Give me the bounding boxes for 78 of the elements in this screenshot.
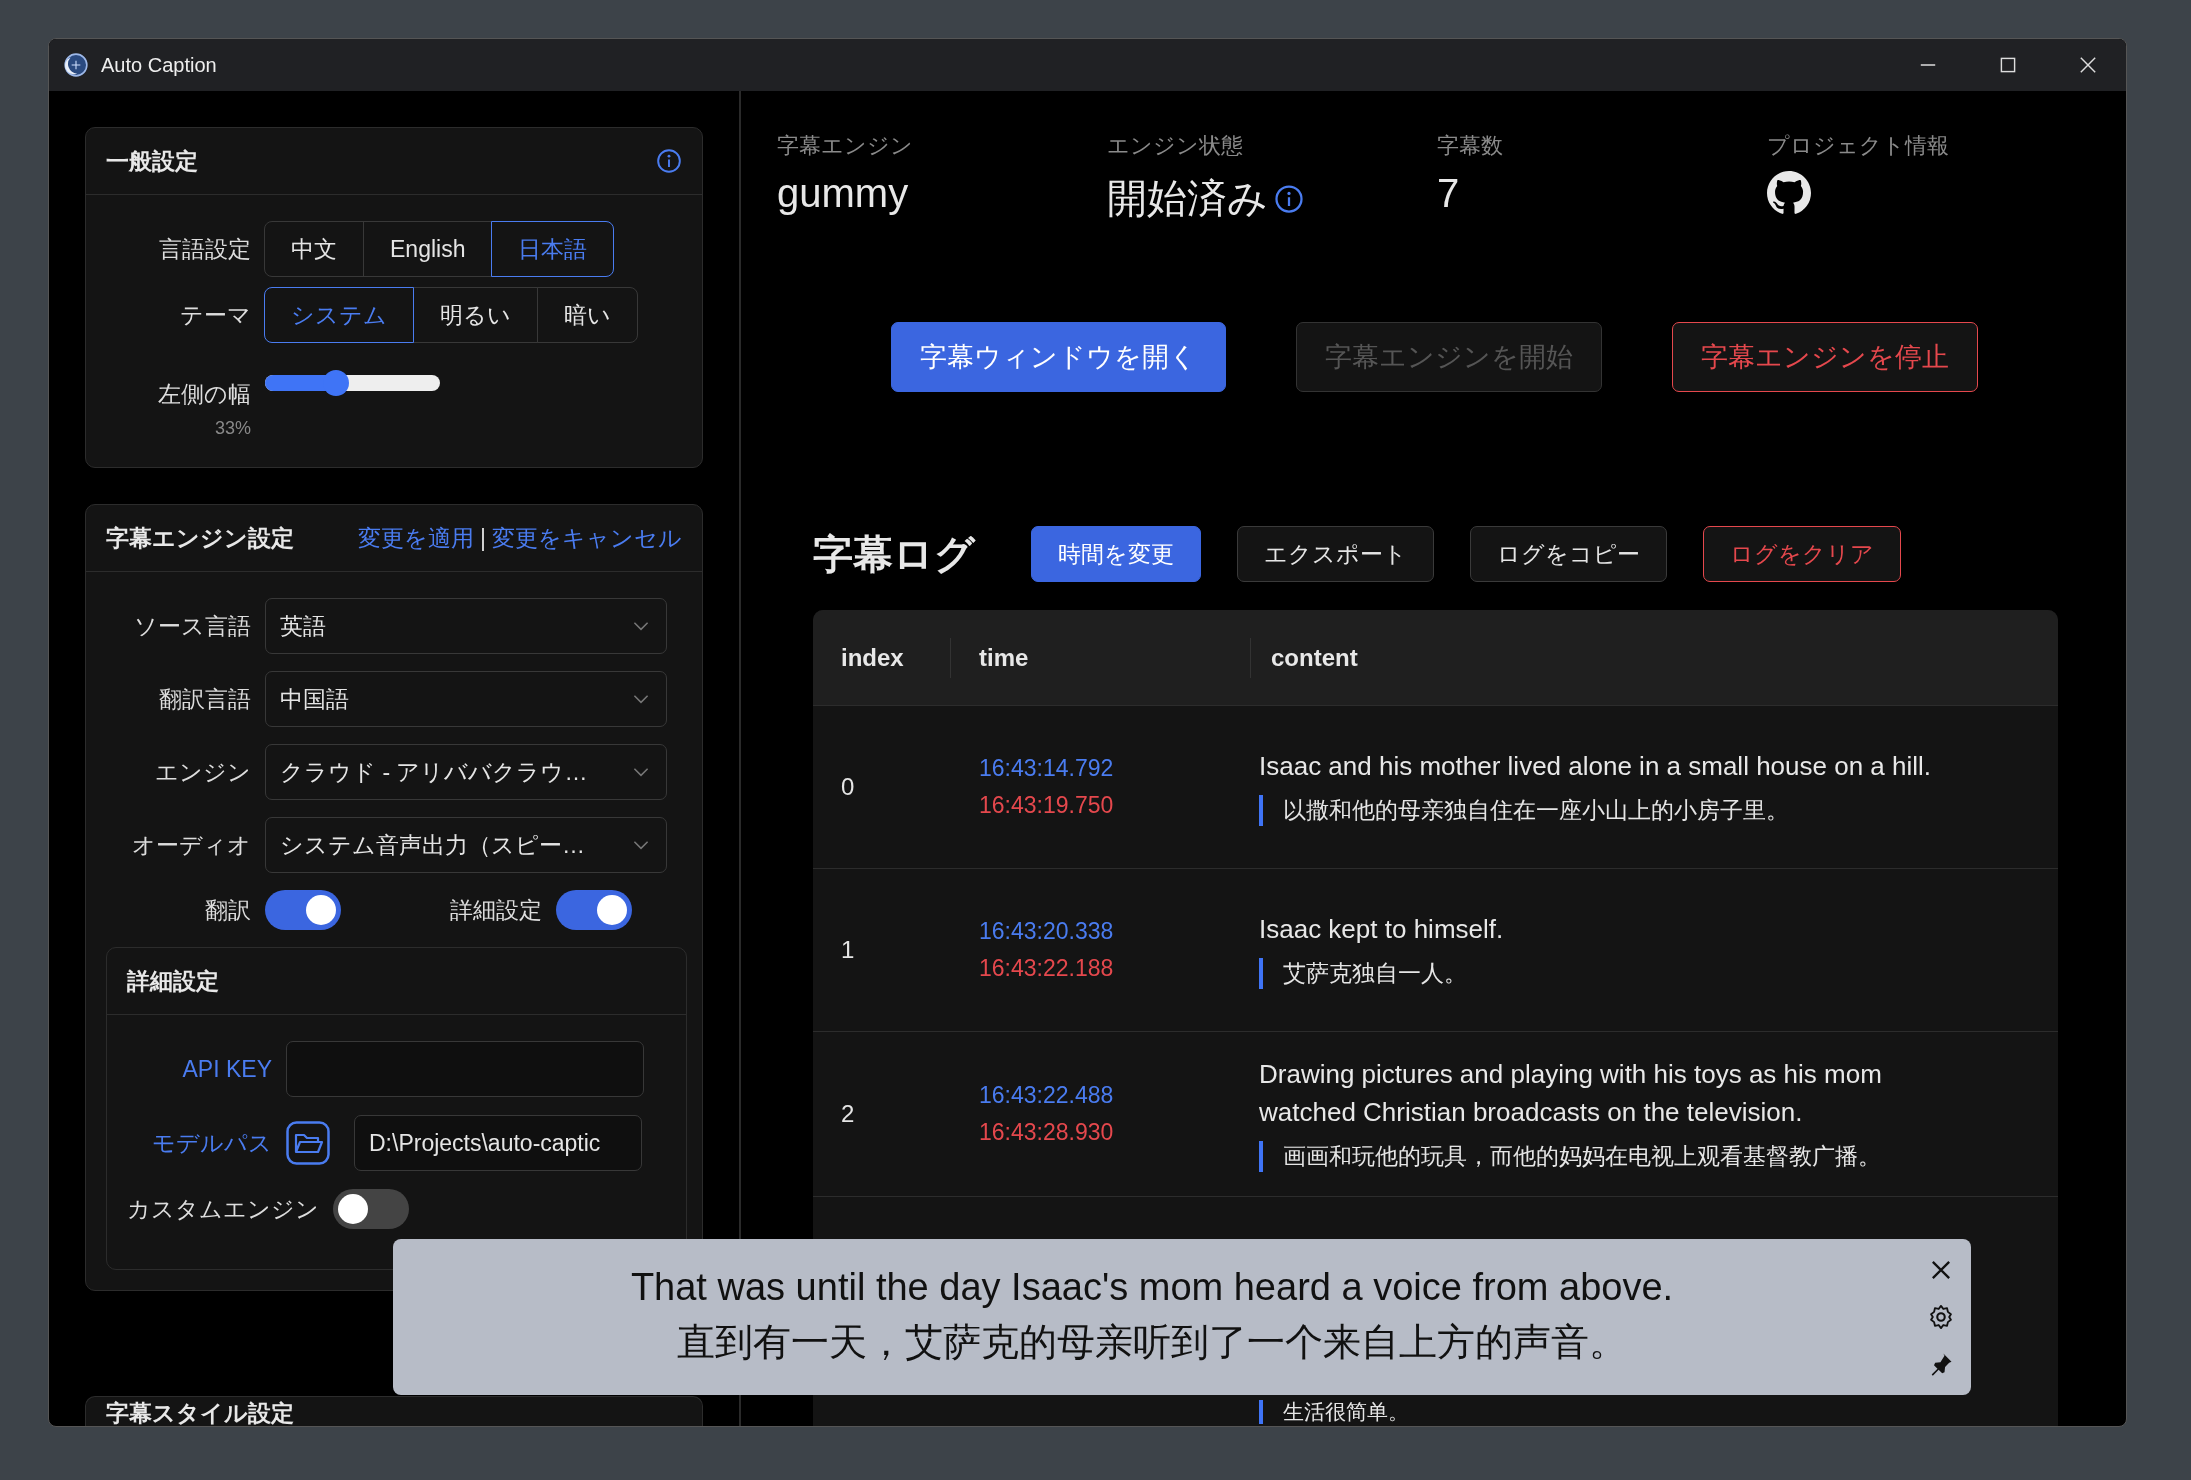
model-path-field[interactable]: D:\Projects\auto-captic — [354, 1115, 642, 1171]
translation-text: 生活很简单。 — [1259, 1400, 1968, 1424]
field-label: 左側の幅 — [157, 380, 251, 409]
translation-text: 画画和玩他的玩具，而他的妈妈在电视上观看基督教广播。 — [1259, 1141, 1968, 1173]
info-icon[interactable] — [656, 148, 682, 174]
window-title: Auto Caption — [101, 53, 217, 77]
language-option[interactable]: 日本語 — [491, 221, 615, 277]
switch-label: カスタムエンジン — [126, 1194, 319, 1224]
start-time: 16:43:14.792 — [979, 755, 1115, 782]
text-link[interactable]: 変更を適用 — [358, 522, 474, 554]
start-time: 16:43:20.338 — [979, 918, 1115, 945]
caption-text: Isaac kept to himself. — [1259, 912, 1505, 946]
action-button[interactable]: 字幕エンジンを停止 — [1672, 322, 1978, 392]
table-cell: 1 — [841, 936, 855, 963]
caption-text: Drawing pictures and playing with his toys as his mom watched Christian broadcasts on the television. — [1259, 1058, 1883, 1129]
slider-reading: 33% — [214, 418, 251, 439]
caption-text: Isaac and his mother lived alone in a small house on a hill. — [1259, 749, 1933, 783]
stat-label: 字幕エンジン — [777, 132, 914, 160]
column-header: time — [951, 637, 1251, 678]
stat-label: プロジェクト情報 — [1767, 132, 1950, 160]
caption-line: That was until the day Isaac's mom heard a voice from above. — [630, 1266, 1674, 1309]
github-logo-icon[interactable] — [1767, 171, 1811, 215]
dropdown[interactable]: 英語 — [265, 598, 667, 654]
end-time: 16:43:19.750 — [979, 792, 1115, 819]
field-label: 言語設定 — [158, 234, 251, 264]
field-label: エンジン — [154, 757, 251, 787]
switch-label: 翻訳 — [204, 895, 251, 925]
toggle-switch[interactable] — [333, 1189, 409, 1229]
toggle-switch[interactable] — [265, 890, 341, 930]
end-time: 16:43:28.930 — [979, 1119, 1115, 1147]
field-label: API KEY — [181, 1055, 272, 1083]
settings-icon[interactable] — [1927, 1303, 1955, 1331]
section-title: 字幕ログ — [813, 530, 975, 578]
panel-title: 詳細設定 — [127, 966, 219, 996]
translation-text: 艾萨克独自一人。 — [1259, 958, 1968, 990]
card-title: 字幕エンジン設定 — [106, 523, 294, 553]
log-button[interactable]: ログをクリア — [1703, 526, 1901, 582]
column-header: index — [813, 637, 951, 678]
theme-option[interactable]: 暗い — [537, 287, 638, 343]
stat-label: エンジン状態 — [1107, 132, 1244, 160]
field-label: モデルパス — [151, 1128, 272, 1158]
action-button[interactable]: 字幕ウィンドウを開く — [891, 322, 1226, 392]
language-option[interactable]: English — [363, 221, 493, 277]
dropdown[interactable]: 中国語 — [265, 671, 667, 727]
theme-option[interactable]: システム — [264, 287, 414, 343]
api-key-field[interactable] — [286, 1041, 644, 1097]
card-title: 一般設定 — [106, 146, 198, 176]
globe-icon — [63, 52, 89, 78]
table-cell: 2 — [841, 1100, 855, 1128]
field-label: オーディオ — [131, 830, 251, 860]
caption-line: 直到有一天，艾萨克的母亲听到了一个来自上方的声音。 — [677, 1320, 1627, 1365]
folder-icon[interactable] — [286, 1121, 330, 1165]
theme-option[interactable]: 明るい — [413, 287, 538, 343]
stat-label: 字幕数 — [1437, 132, 1504, 160]
end-time: 16:43:22.188 — [979, 955, 1115, 982]
log-button[interactable]: ログをコピー — [1470, 526, 1667, 582]
switch-label: 詳細設定 — [449, 895, 542, 925]
table-cell: 0 — [841, 773, 855, 800]
toggle-switch[interactable] — [556, 890, 632, 930]
stat-value: 7 — [1437, 171, 1460, 216]
text-link[interactable]: 変更をキャンセル — [492, 522, 682, 554]
log-button[interactable]: エクスポート — [1237, 526, 1434, 582]
card-title: 字幕スタイル設定 — [106, 1401, 294, 1425]
stat-value: 開始済み — [1107, 175, 1268, 222]
info-icon[interactable] — [1274, 183, 1304, 214]
separator: | — [480, 524, 486, 552]
stat-value: gummy — [777, 171, 909, 216]
log-button[interactable]: 時間を変更 — [1031, 526, 1201, 582]
field-label: ソース言語 — [133, 611, 251, 641]
field-label: テーマ — [179, 300, 251, 330]
translation-text: 以撒和他的母亲独自住在一座小山上的小房子里。 — [1259, 795, 1968, 827]
language-option[interactable]: 中文 — [264, 221, 364, 277]
dropdown[interactable]: システム音声出力（スピー… — [265, 817, 667, 873]
start-time: 16:43:22.488 — [979, 1082, 1115, 1110]
column-header: content — [1270, 643, 1359, 672]
field-label: 翻訳言語 — [158, 684, 251, 714]
dropdown[interactable]: クラウド - アリババクラウ… — [265, 744, 667, 800]
width-slider[interactable] — [265, 370, 440, 396]
